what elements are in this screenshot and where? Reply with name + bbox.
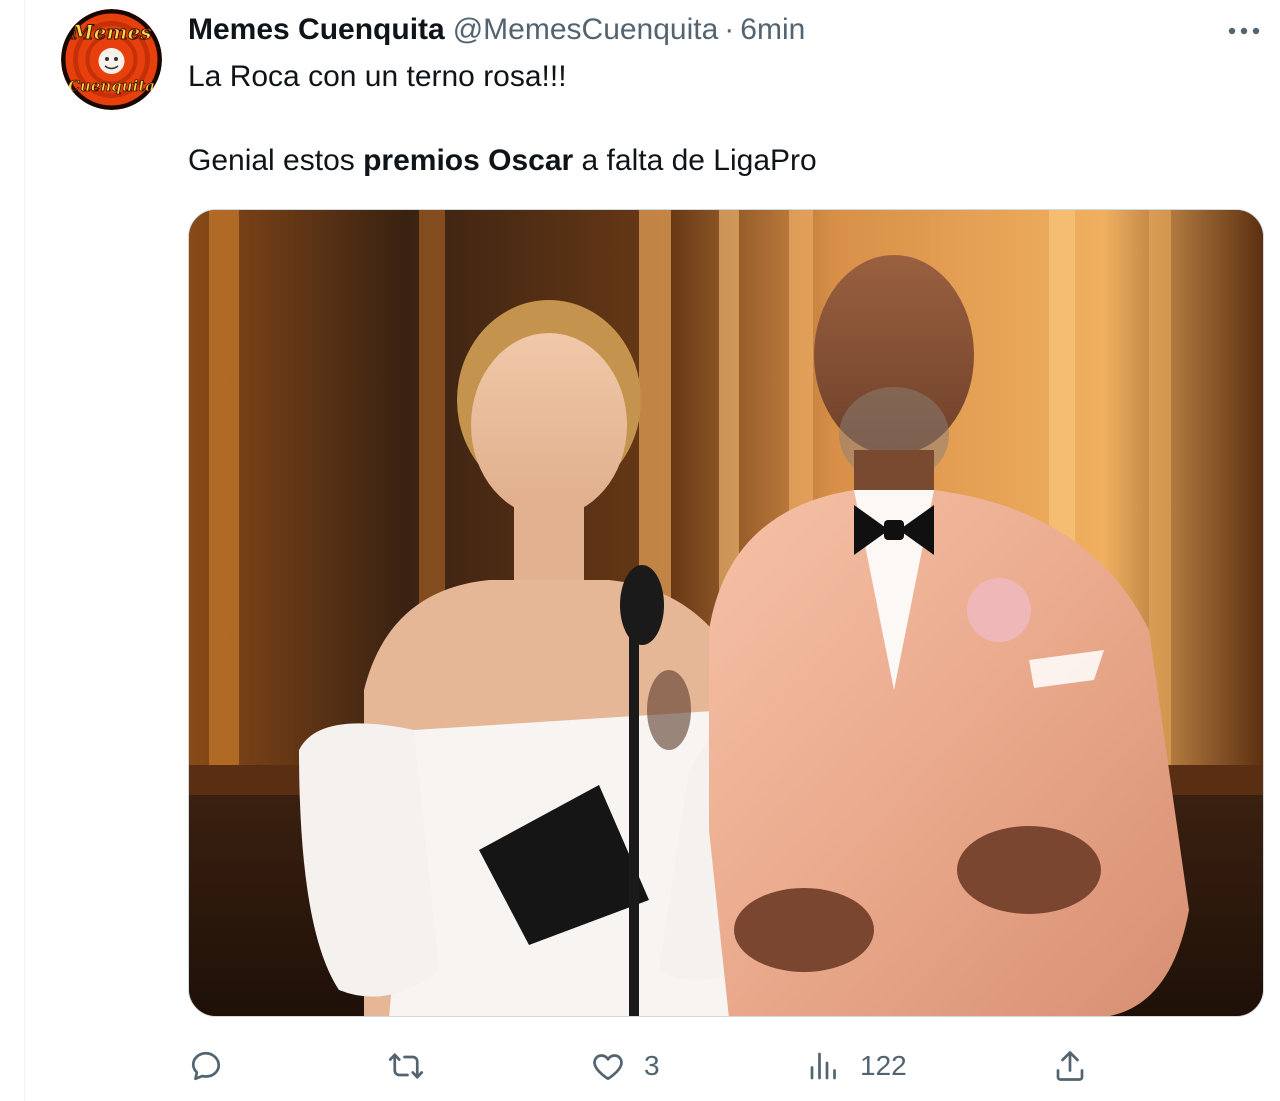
tweet-text-plain: Genial estos: [188, 144, 364, 177]
avatar[interactable]: Memes Cuenquita: [61, 9, 162, 110]
photo-presenters-on-stage: [189, 210, 1263, 1016]
tweet-text-line-1: La Roca con un terno rosa!!!: [188, 60, 567, 93]
tweet-text-bold: premios Oscar: [363, 144, 574, 177]
tweet[interactable]: Memes Cuenquita Memes Cuenquita @MemesCu…: [0, 0, 1280, 1101]
views-chart-icon: [810, 1052, 836, 1080]
author-handle[interactable]: @MemesCuenquita: [453, 12, 719, 48]
retweet-button[interactable]: [388, 1044, 442, 1088]
retweet-icon: [388, 1053, 424, 1079]
tweet-text-line-2: Genial estos premios Oscar a falta de Li…: [188, 143, 817, 179]
share-icon: [1056, 1051, 1084, 1081]
more-horizontal-icon: [1228, 27, 1260, 35]
timestamp[interactable]: 6min: [740, 12, 805, 48]
reply-icon: [191, 1051, 221, 1081]
more-options-button[interactable]: [1222, 18, 1266, 44]
avatar-logo-bottom: Cuenquita: [68, 77, 155, 95]
views-count: 122: [860, 1050, 907, 1081]
share-button[interactable]: [1052, 1044, 1088, 1088]
separator-dot: ·: [724, 13, 735, 46]
tweet-header: Memes Cuenquita @MemesCuenquita · 6min: [188, 12, 805, 48]
avatar-logo-top: Memes: [70, 20, 151, 44]
tweet-text-plain-end: a falta de LigaPro: [573, 144, 817, 177]
like-count: 3: [644, 1050, 660, 1081]
heart-icon: [593, 1054, 623, 1081]
tweet-actions: 3 122: [188, 1044, 1278, 1088]
author-name[interactable]: Memes Cuenquita: [188, 12, 445, 48]
tweet-media-photo[interactable]: [188, 209, 1264, 1017]
like-button[interactable]: 3: [590, 1044, 660, 1088]
reply-button[interactable]: [188, 1044, 242, 1088]
views-button[interactable]: 122: [806, 1044, 907, 1088]
